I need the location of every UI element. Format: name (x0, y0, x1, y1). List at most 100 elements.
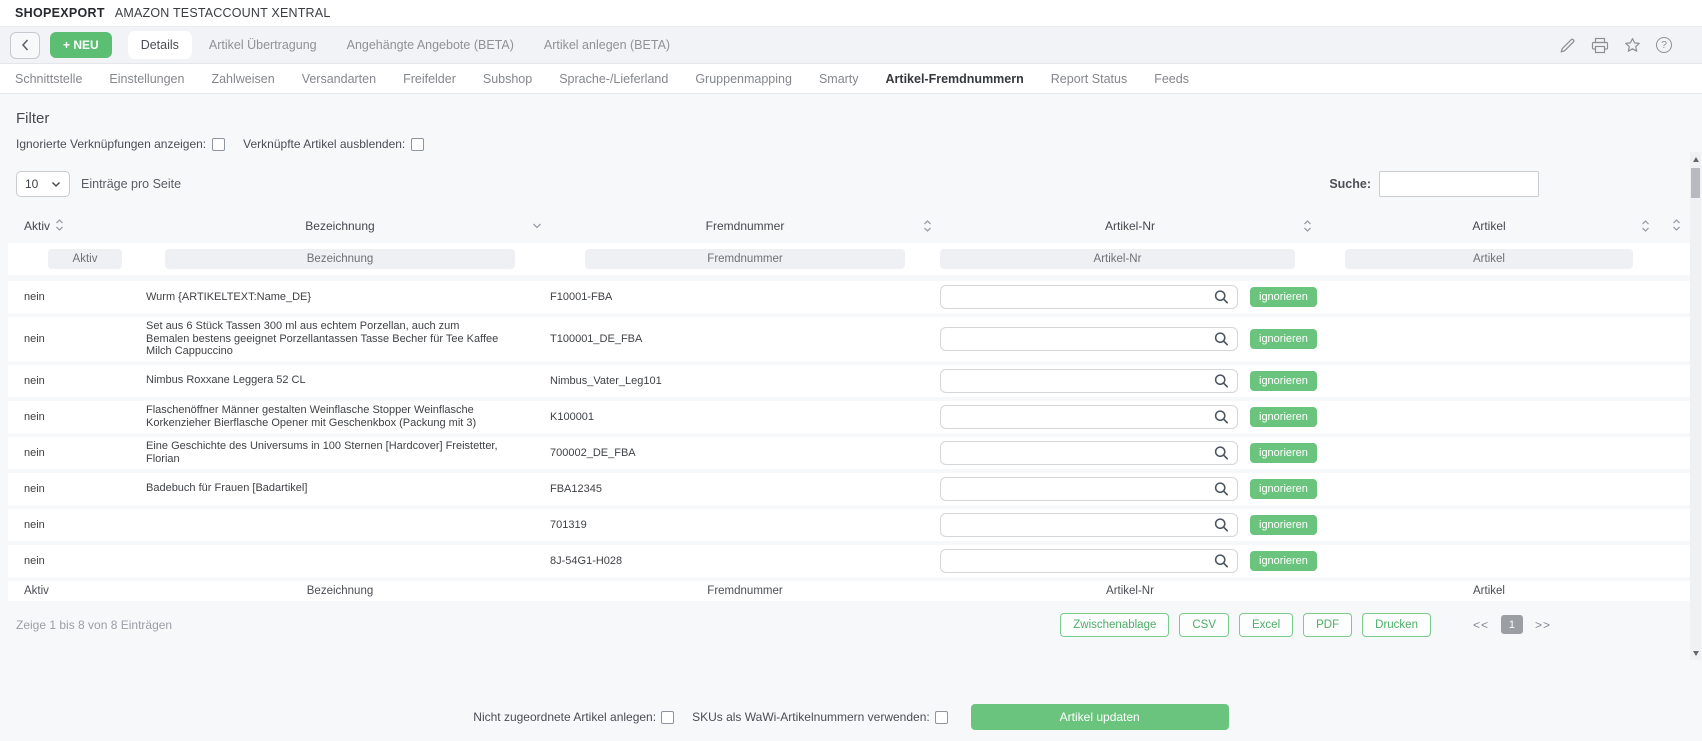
ignorieren-button[interactable]: ignorieren (1250, 287, 1317, 307)
artikel-nr-input[interactable] (940, 405, 1238, 429)
excel-button[interactable]: Excel (1239, 613, 1293, 637)
table-row: nein 701319 ignorieren (8, 509, 1694, 541)
column-header-action[interactable] (1658, 218, 1694, 235)
table-controls: 10 Einträge pro Seite Suche: (0, 171, 1702, 197)
search-magnifier-icon[interactable] (1214, 481, 1229, 496)
scroll-up-icon[interactable] (1690, 152, 1701, 166)
artikel-nr-input[interactable] (940, 327, 1238, 351)
search-magnifier-icon[interactable] (1214, 445, 1229, 460)
search-magnifier-icon[interactable] (1214, 290, 1229, 305)
ignorieren-button[interactable]: ignorieren (1250, 371, 1317, 391)
app-brand: SHOPEXPORT (15, 6, 105, 20)
ignorieren-button[interactable]: ignorieren (1250, 407, 1317, 427)
drucken-button[interactable]: Drucken (1362, 613, 1431, 637)
star-icon[interactable] (1624, 37, 1641, 53)
sort-icon[interactable] (923, 219, 932, 233)
artikel-nr-input[interactable] (940, 285, 1238, 309)
filter-input-artikel-nr[interactable]: Artikel-Nr (940, 249, 1295, 269)
vertical-scrollbar[interactable] (1690, 152, 1701, 660)
subnav-gruppenmapping[interactable]: Gruppenmapping (695, 72, 792, 86)
ignorieren-button[interactable]: ignorieren (1250, 443, 1317, 463)
subnav-zahlweisen[interactable]: Zahlweisen (211, 72, 274, 86)
filter-input-artikel[interactable]: Artikel (1345, 249, 1633, 269)
next-page-button[interactable]: >> (1535, 618, 1551, 632)
filter-section: Filter Ignorierte Verknüpfungen anzeigen… (0, 94, 1702, 151)
footer-artikel-nr: Artikel-Nr (940, 585, 1320, 597)
column-header-bezeichnung[interactable]: Bezeichnung (130, 219, 550, 233)
help-icon[interactable]: ? (1656, 37, 1672, 53)
artikel-updaten-button[interactable]: Artikel updaten (971, 704, 1229, 730)
ignorieren-button[interactable]: ignorieren (1250, 551, 1317, 571)
current-page-button[interactable]: 1 (1501, 615, 1523, 634)
subnav-schnittstelle[interactable]: Schnittstelle (15, 72, 82, 86)
subnav-subshop[interactable]: Subshop (483, 72, 532, 86)
subnav-freifelder[interactable]: Freifelder (403, 72, 456, 86)
artikel-nr-input[interactable] (940, 549, 1238, 573)
subnav-smarty[interactable]: Smarty (819, 72, 859, 86)
tab-artikel-uebertragung[interactable]: Artikel Übertragung (196, 31, 330, 59)
table-row: nein Badebuch für Frauen [Badartikel] FB… (8, 473, 1694, 505)
column-header-fremdnummer[interactable]: Fremdnummer (550, 219, 940, 233)
ignorieren-button[interactable]: ignorieren (1250, 329, 1317, 349)
artikel-nr-input[interactable] (940, 441, 1238, 465)
entries-summary: Zeige 1 bis 8 von 8 Einträgen (16, 618, 172, 632)
cell-aktiv: nein (8, 447, 130, 459)
page-size-select[interactable]: 10 (16, 171, 70, 197)
artikel-nr-input[interactable] (940, 513, 1238, 537)
ignorieren-button[interactable]: ignorieren (1250, 479, 1317, 499)
hide-linked-checkbox[interactable] (411, 138, 424, 151)
skus-checkbox[interactable] (935, 711, 948, 724)
toolbar-icons: ? (1559, 37, 1692, 54)
footer-bezeichnung: Bezeichnung (130, 585, 550, 597)
search-input[interactable] (1379, 171, 1539, 197)
show-ignored-checkbox[interactable] (212, 138, 225, 151)
sort-icon[interactable] (1303, 219, 1312, 233)
artikel-nr-input[interactable] (940, 369, 1238, 393)
page-size-value: 10 (25, 177, 38, 191)
bottom-action-bar: Nicht zugeordnete Artikel anlegen: SKUs … (0, 704, 1702, 730)
subnav-einstellungen[interactable]: Einstellungen (109, 72, 184, 86)
table-row: nein Flaschenöffner Männer gestalten Wei… (8, 401, 1694, 433)
artikel-nr-input[interactable] (940, 477, 1238, 501)
zwischenablage-button[interactable]: Zwischenablage (1060, 613, 1169, 637)
ignorieren-button[interactable]: ignorieren (1250, 515, 1317, 535)
cell-artikel-nr (940, 285, 1240, 309)
sort-icon[interactable] (1672, 218, 1681, 235)
column-header-artikel-nr[interactable]: Artikel-Nr (940, 219, 1320, 233)
csv-button[interactable]: CSV (1179, 613, 1229, 637)
tab-artikel-anlegen[interactable]: Artikel anlegen (BETA) (531, 31, 683, 59)
cell-artikel-nr (940, 549, 1240, 573)
subnav-artikel-fremdnummern[interactable]: Artikel-Fremdnummern (886, 72, 1024, 86)
pdf-button[interactable]: PDF (1303, 613, 1352, 637)
filter-input-bezeichnung[interactable]: Bezeichnung (165, 249, 515, 269)
search-magnifier-icon[interactable] (1214, 553, 1229, 568)
table-header-row: Aktiv Bezeichnung Fremdnummer Artikel-Nr… (8, 215, 1694, 237)
search-magnifier-icon[interactable] (1214, 517, 1229, 532)
scrollbar-thumb[interactable] (1691, 168, 1700, 198)
subnav-feeds[interactable]: Feeds (1154, 72, 1189, 86)
page-title: AMAZON TESTACCOUNT XENTRAL (115, 6, 331, 20)
sort-icon[interactable] (55, 218, 64, 235)
create-unassigned-checkbox[interactable] (661, 711, 674, 724)
edit-pencil-icon[interactable] (1559, 37, 1576, 54)
tab-details[interactable]: Details (128, 31, 192, 59)
tab-angehaengte-angebote[interactable]: Angehängte Angebote (BETA) (334, 31, 527, 59)
subnav-sprache-lieferland[interactable]: Sprache-/Lieferland (559, 72, 668, 86)
sort-icon[interactable] (1641, 219, 1650, 233)
filter-input-fremdnummer[interactable]: Fremdnummer (585, 249, 905, 269)
table-body: nein Wurm {ARTIKELTEXT:Name_DE} F10001-F… (0, 281, 1702, 577)
sort-down-icon[interactable] (532, 223, 542, 230)
new-button[interactable]: + NEU (50, 32, 112, 58)
prev-page-button[interactable]: << (1473, 618, 1489, 632)
search-magnifier-icon[interactable] (1214, 373, 1229, 388)
subnav-report-status[interactable]: Report Status (1051, 72, 1127, 86)
search-magnifier-icon[interactable] (1214, 331, 1229, 346)
filter-input-aktiv[interactable]: Aktiv (48, 249, 122, 269)
search-magnifier-icon[interactable] (1214, 409, 1229, 424)
back-button[interactable] (10, 32, 40, 59)
scroll-down-icon[interactable] (1690, 646, 1701, 660)
column-header-aktiv[interactable]: Aktiv (8, 218, 130, 235)
subnav-versandarten[interactable]: Versandarten (302, 72, 376, 86)
printer-icon[interactable] (1591, 37, 1609, 54)
column-header-artikel[interactable]: Artikel (1320, 219, 1658, 233)
